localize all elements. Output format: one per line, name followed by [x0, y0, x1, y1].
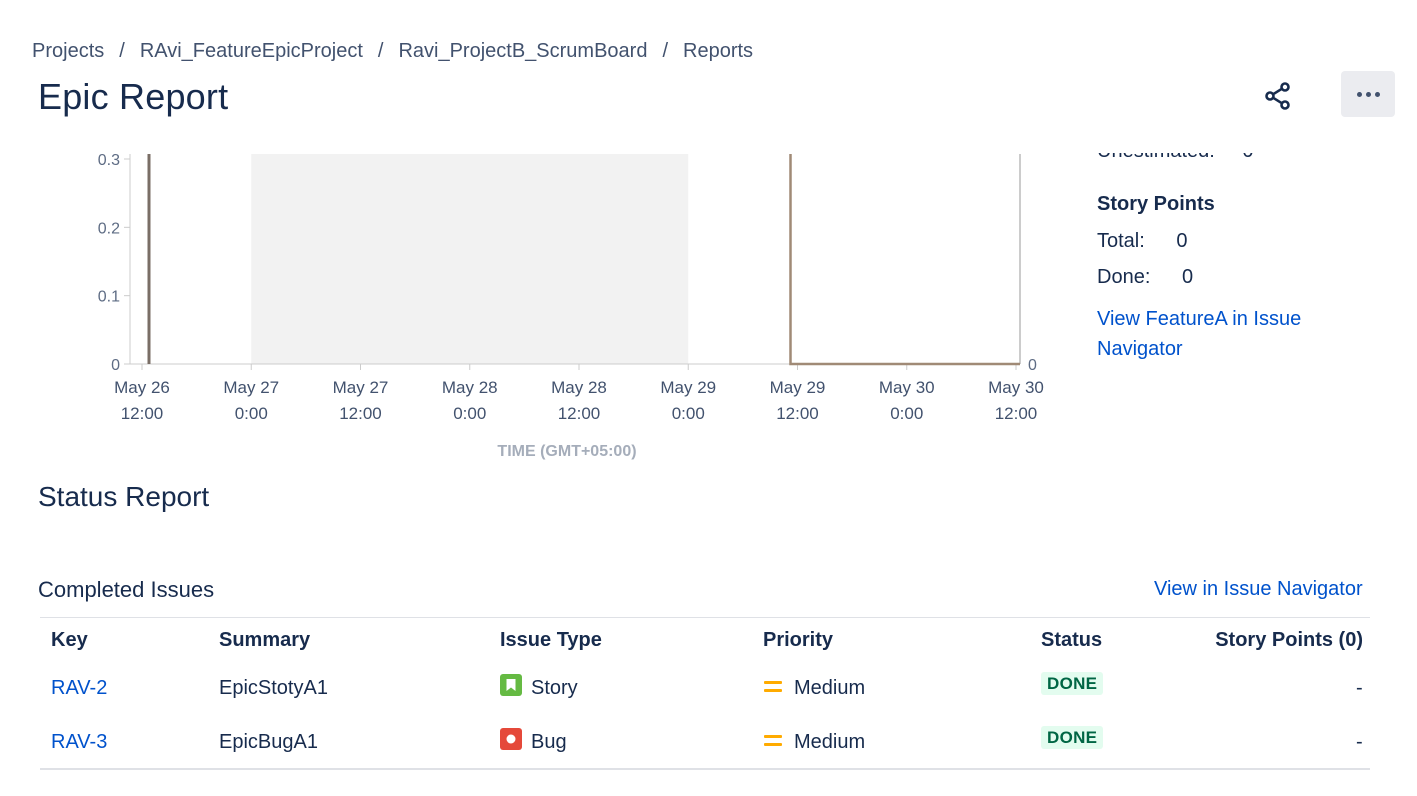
x-tick-label-date: May 28	[442, 378, 498, 397]
x-tick-label-time: 0:00	[672, 404, 705, 423]
story-points-done: Done: 0	[1097, 266, 1193, 289]
story-points-value: -	[1356, 677, 1363, 699]
story-icon	[500, 674, 522, 696]
x-tick-label-date: May 29	[770, 378, 826, 397]
x-tick-label-time: 0:00	[235, 404, 268, 423]
column-header-summary[interactable]: Summary	[219, 629, 310, 652]
y-tick-label: 0.3	[98, 152, 120, 169]
issue-type-label: Bug	[531, 731, 567, 753]
bug-icon	[500, 728, 522, 750]
priority-label: Medium	[794, 731, 866, 753]
x-tick-label-time: 12:00	[339, 404, 382, 423]
priority-medium-icon	[764, 681, 782, 693]
y-tick-label: 0.1	[98, 289, 120, 306]
breadcrumb-project[interactable]: RAvi_FeatureEpicProject	[140, 40, 363, 63]
breadcrumb-separator: /	[119, 40, 125, 62]
x-axis-label: TIME (GMT+05:00)	[497, 443, 636, 460]
unestimated-value: 0	[1242, 153, 1253, 162]
table-divider	[40, 617, 1370, 618]
table-bottom-border	[40, 768, 1370, 770]
completed-issues-title: Completed Issues	[38, 577, 215, 602]
breadcrumb-separator: /	[662, 40, 669, 62]
more-icon	[1356, 91, 1380, 97]
story-points-value: -	[1356, 731, 1363, 753]
status-report-title: Status Report	[38, 481, 210, 512]
more-actions-button[interactable]	[1341, 71, 1395, 117]
column-header-status[interactable]: Status	[1041, 629, 1102, 652]
x-tick-label-date: May 27	[333, 378, 389, 397]
unestimated-row: Unestimated: 0	[1090, 153, 1390, 173]
x-tick-label-date: May 30	[879, 378, 935, 397]
story-points-total: Total: 0	[1097, 230, 1188, 253]
view-in-issue-navigator-button[interactable]: View in Issue Navigator	[1154, 578, 1363, 601]
column-header-issue-type[interactable]: Issue Type	[500, 629, 602, 652]
x-tick-label-time: 12:00	[995, 404, 1038, 423]
status-badge: DONE	[1041, 726, 1104, 749]
non-working-days-band	[251, 154, 689, 364]
epic-burnup-chart: 0 0.1 0.2 0.3 0 May 26 12:00 May 27 0:00 May 27 12…	[98, 152, 1044, 460]
x-tick-label-time: 12:00	[776, 404, 819, 423]
status-lozenge: DONE	[1041, 672, 1104, 695]
total-label: Total:	[1097, 230, 1145, 252]
breadcrumb-separator: /	[377, 40, 384, 62]
breadcrumb-board[interactable]: Ravi_ProjectB_ScrumBoard	[398, 40, 647, 63]
unestimated-label: Unestimated:	[1097, 153, 1215, 162]
y-tick-label: 0.2	[98, 220, 120, 237]
x-tick-label-date: May 26	[114, 378, 170, 397]
issue-key-link[interactable]: RAV-3	[51, 731, 107, 754]
issue-key-link[interactable]: RAV-2	[51, 677, 107, 700]
share-icon	[1265, 82, 1290, 110]
issue-summary: EpicStotyA1	[219, 677, 328, 699]
column-header-priority[interactable]: Priority	[763, 629, 833, 652]
issue-summary: EpicBugA1	[219, 731, 318, 753]
priority-medium-icon	[764, 735, 782, 747]
x-tick-label-time: 12:00	[558, 404, 601, 423]
series-line	[789, 154, 1020, 366]
x-tick-label-date: May 30	[988, 378, 1044, 397]
status-lozenge: DONE	[1041, 726, 1104, 749]
priority-label: Medium	[794, 677, 866, 699]
view-in-issue-navigator-link[interactable]: View FeatureA in Issue Navigator	[1097, 304, 1337, 364]
x-tick-label-date: May 27	[223, 378, 279, 397]
total-value: 0	[1176, 230, 1188, 252]
column-header-story-points[interactable]: Story Points (0)	[1211, 629, 1363, 652]
y-tick-label-right: 0	[1028, 357, 1037, 374]
done-value: 0	[1181, 266, 1194, 288]
status-badge: DONE	[1041, 672, 1104, 695]
breadcrumb-projects[interactable]: Projects	[32, 40, 104, 63]
page-title: Epic Report	[38, 76, 229, 117]
story-points-heading: Story Points	[1097, 193, 1215, 215]
y-tick-label: 0	[111, 357, 120, 374]
column-header-key[interactable]: Key	[51, 629, 88, 652]
x-tick-label-time: 12:00	[121, 404, 164, 423]
done-label: Done:	[1097, 266, 1151, 288]
x-tick-label-time: 0:00	[453, 404, 486, 423]
breadcrumb: Projects / RAvi_FeatureEpicProject / Rav…	[32, 40, 753, 63]
share-button[interactable]	[1256, 74, 1300, 118]
issue-type-label: Story	[531, 677, 578, 699]
x-tick-label-time: 0:00	[890, 404, 923, 423]
x-tick-label-date: May 28	[551, 378, 607, 397]
x-tick-label-date: May 29	[660, 378, 716, 397]
breadcrumb-reports[interactable]: Reports	[683, 40, 753, 63]
